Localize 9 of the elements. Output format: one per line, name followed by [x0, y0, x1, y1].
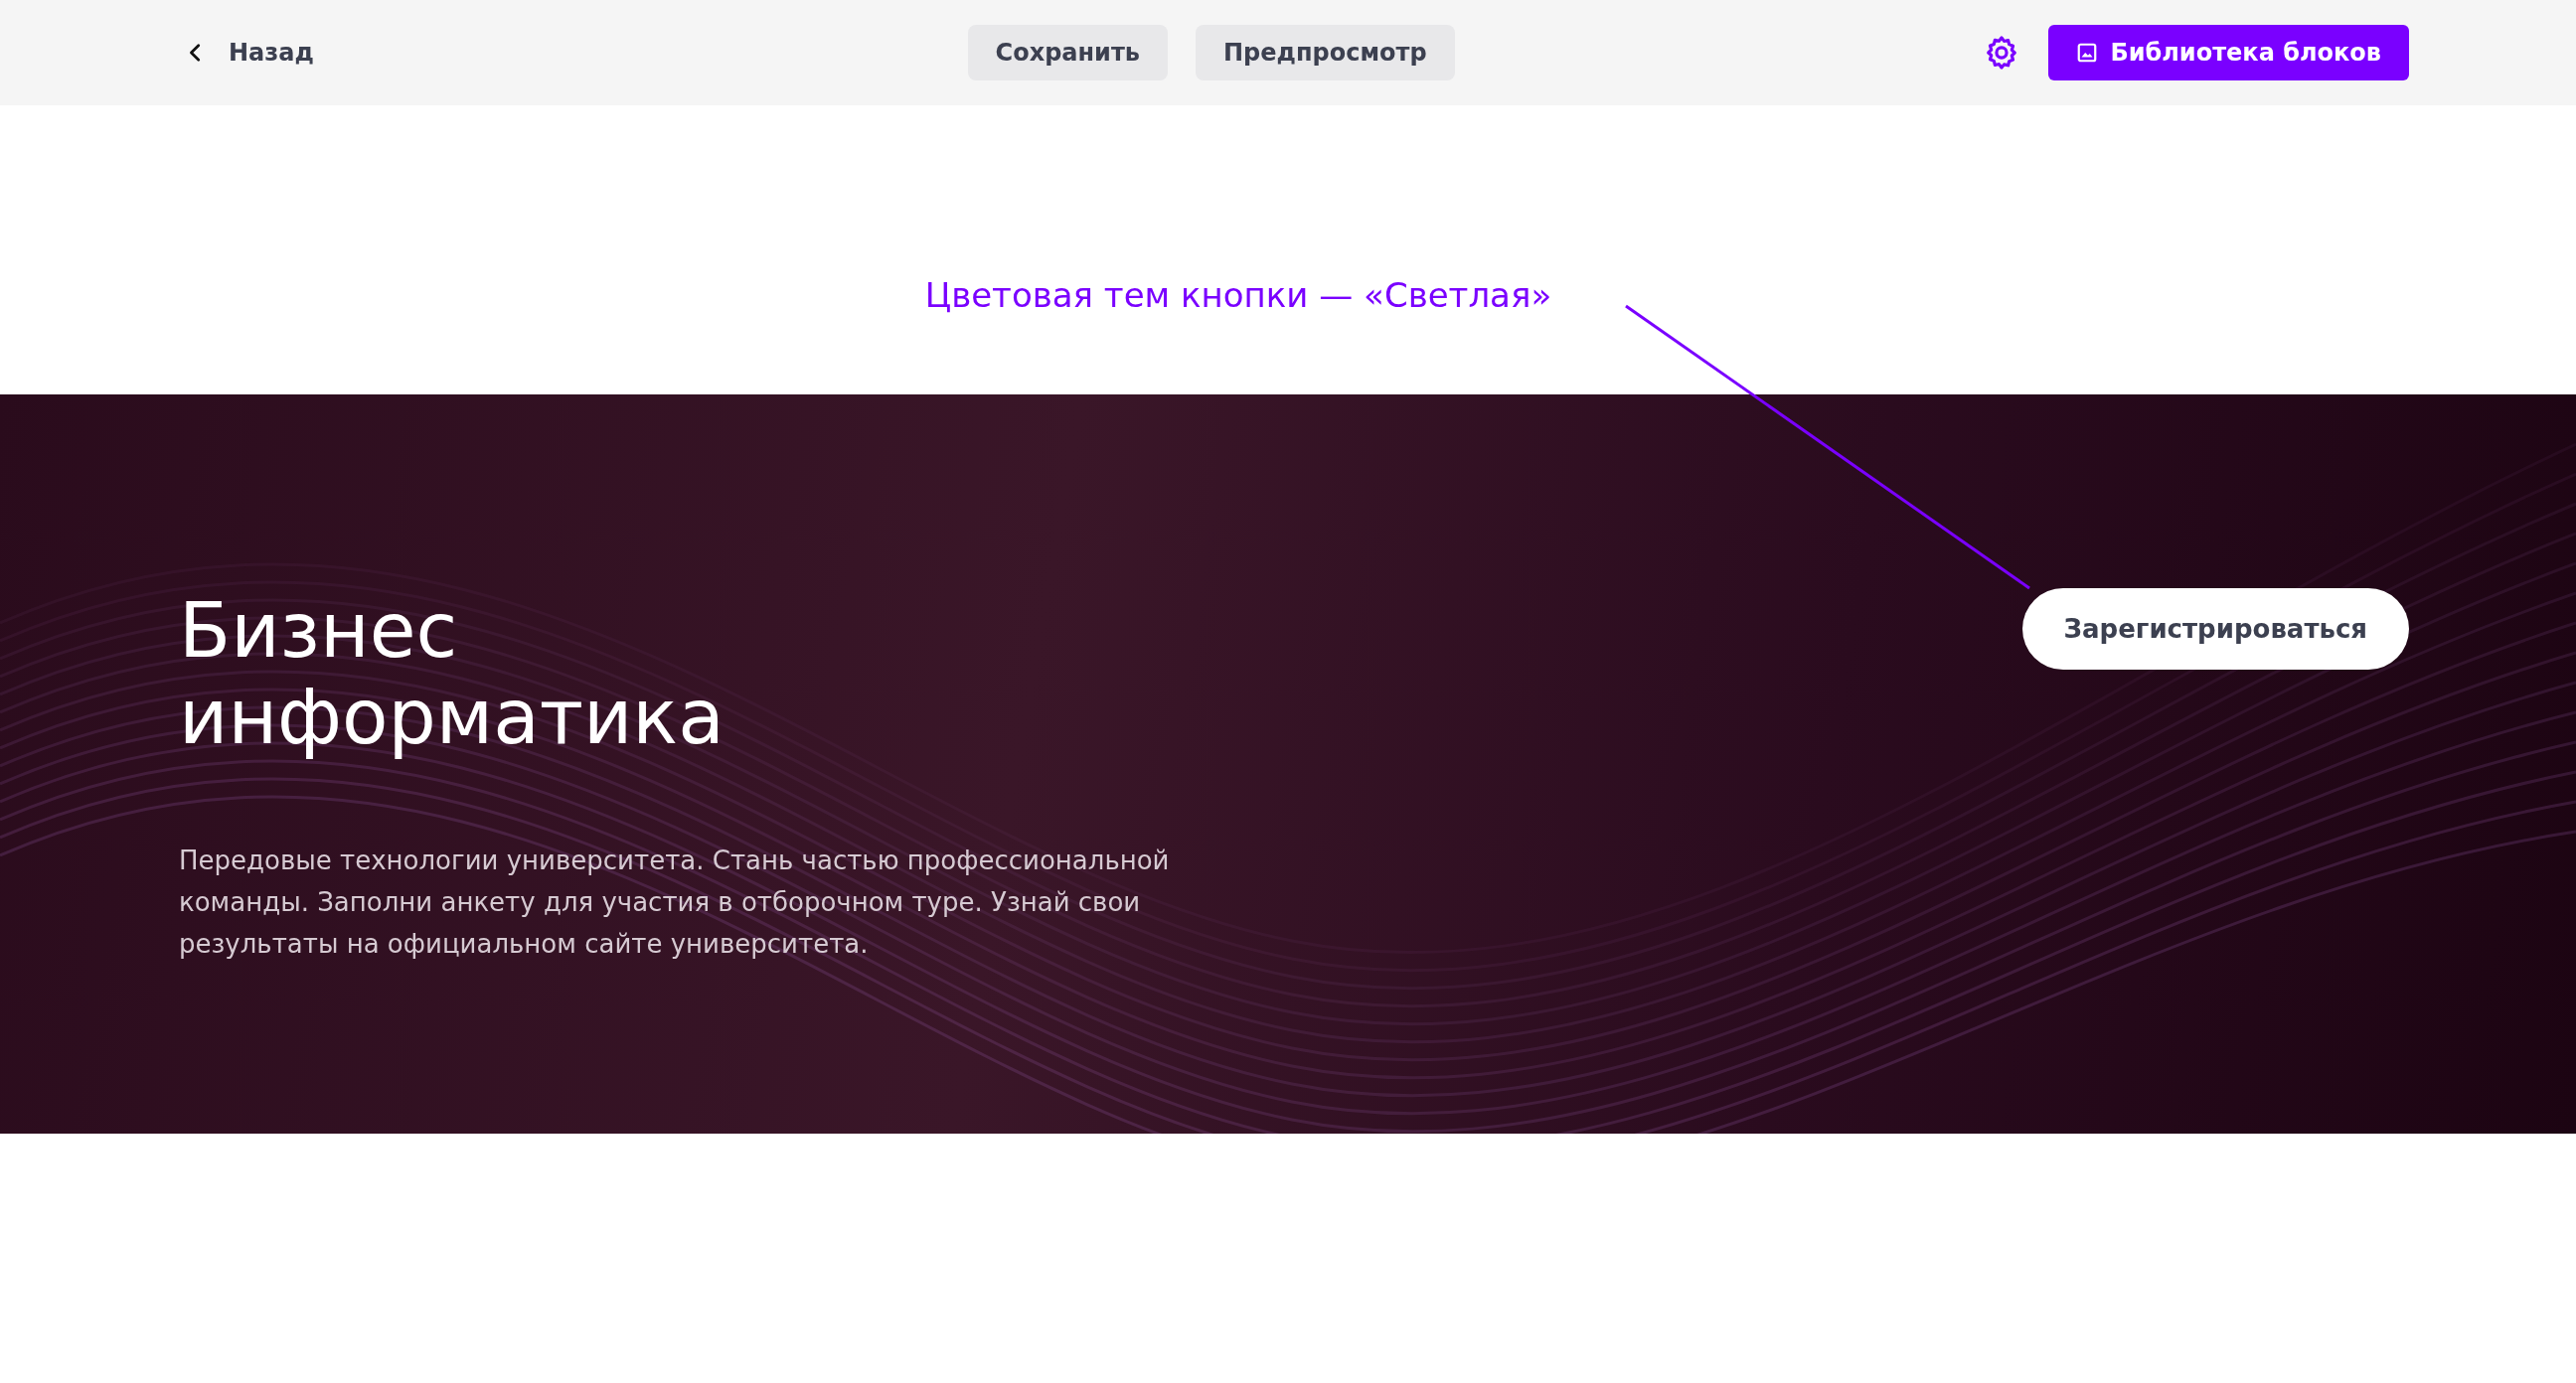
hero-title: Бизнес информатика	[179, 588, 725, 761]
toolbar-button[interactable]: Сохранить	[967, 25, 1169, 80]
block-library-button[interactable]: Библиотека блоков	[2048, 25, 2409, 80]
hero-description: Передовые технологии университета. Стань частью профессиональной команды. Заполни анкету для участия в отборочном туре. Узнай свои результаты на официальном сайте университета.	[179, 845, 1171, 962]
toolbar-button[interactable]: Предпросмотр	[1196, 25, 1455, 80]
register-button[interactable]: Зарегистрироваться	[2021, 588, 2409, 670]
back-button[interactable]: Назад	[179, 33, 320, 73]
annotation-label: Цветовая тем кнопки — «Светлая»	[924, 274, 1552, 315]
image-icon	[2076, 42, 2099, 64]
